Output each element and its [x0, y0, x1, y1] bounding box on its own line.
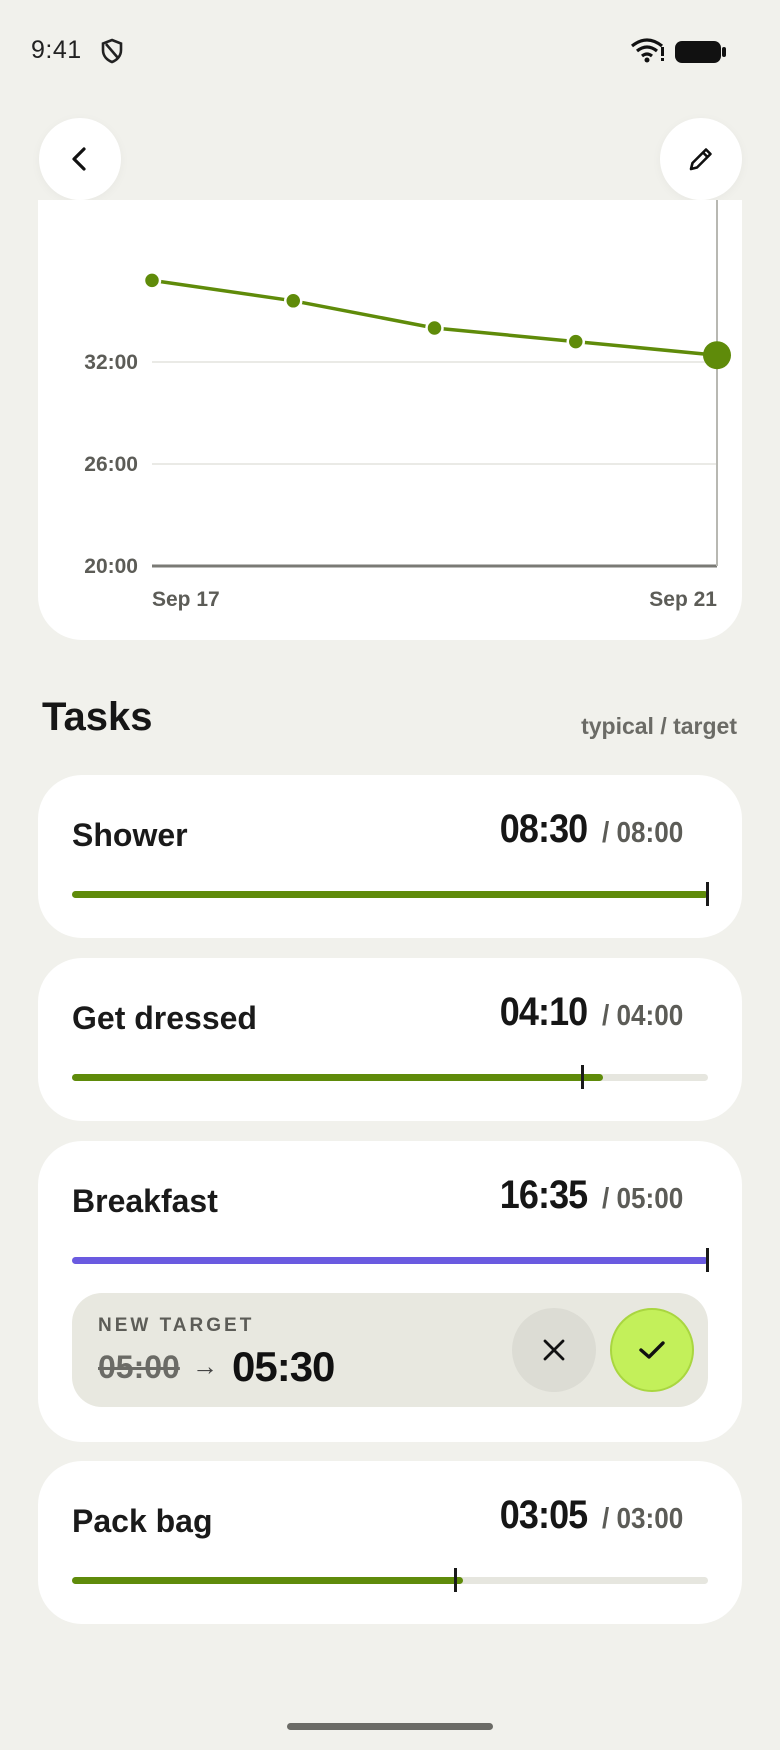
target-marker: [453, 1568, 457, 1592]
task-card-breakfast[interactable]: Breakfast 16:35 / 05:00 NEW TARGET 05:00…: [38, 1141, 742, 1442]
check-icon: [639, 1341, 665, 1359]
new-target-value: 05:30: [232, 1343, 335, 1390]
progress-track: [72, 1568, 708, 1592]
chevron-left-icon: [72, 147, 86, 171]
battery-icon: [674, 40, 728, 69]
task-typical-time: 16:35: [500, 1173, 588, 1217]
new-target-label: NEW TARGET: [98, 1315, 255, 1336]
status-bar: 9:41: [0, 0, 780, 100]
task-card-get-dressed[interactable]: Get dressed 04:10 / 04:00: [38, 958, 742, 1121]
target-marker: [706, 1248, 709, 1272]
pencil-icon: [689, 148, 712, 171]
task-name: Breakfast: [72, 1183, 218, 1219]
task-name: Get dressed: [72, 1000, 257, 1036]
x-tick-label: Sep 21: [649, 588, 717, 611]
status-time: 9:41: [31, 36, 82, 64]
task-name: Pack bag: [72, 1503, 213, 1539]
task-times: 03:05 / 03:00: [490, 1493, 692, 1538]
tasks-heading: Tasks: [42, 695, 153, 739]
edit-button[interactable]: [660, 118, 742, 200]
task-target-time: / 03:00: [601, 1503, 683, 1535]
task-card-pack-bag[interactable]: Pack bag 03:05 / 03:00: [38, 1461, 742, 1624]
arrow-right-icon: →: [192, 1351, 218, 1381]
data-point: [142, 271, 162, 290]
cancel-new-target-button[interactable]: [512, 1308, 596, 1392]
shield-icon: [100, 38, 124, 69]
home-indicator: [287, 1723, 493, 1730]
series-line: [151, 278, 718, 357]
new-target-panel: NEW TARGET 05:00 → 05:30: [72, 1293, 708, 1407]
task-target-time: / 05:00: [601, 1183, 683, 1215]
progress-fill: [72, 1577, 464, 1584]
task-typical-time: 04:10: [500, 990, 588, 1034]
tasks-legend: typical / target: [581, 713, 737, 739]
target-marker: [580, 1065, 584, 1089]
data-point: [425, 318, 444, 338]
task-times: 04:10 / 04:00: [490, 990, 692, 1035]
task-name: Shower: [72, 817, 188, 853]
back-button[interactable]: [39, 118, 121, 200]
close-icon: [543, 1339, 565, 1361]
progress-track: [72, 882, 709, 906]
progress-fill: [72, 891, 708, 898]
progress-track: [72, 1065, 708, 1089]
progress-fill: [72, 1074, 604, 1081]
task-card-shower[interactable]: Shower 08:30 / 08:00: [38, 775, 742, 938]
data-point: [284, 291, 303, 311]
task-typical-time: 03:05: [500, 1493, 588, 1537]
progress-track: [72, 1248, 709, 1272]
task-typical-time: 08:30: [500, 807, 588, 851]
old-target-value: 05:00: [98, 1349, 180, 1385]
y-tick-label: 26:00: [84, 453, 138, 476]
selected-data-point: [703, 341, 731, 370]
confirm-new-target-button[interactable]: [610, 1308, 694, 1392]
progress-fill: [72, 1257, 708, 1264]
history-chart: 32:00 26:00 20:00 Sep 17 Sep 21: [84, 200, 731, 611]
data-point: [566, 332, 585, 351]
task-times: 08:30 / 08:00: [490, 807, 692, 852]
task-target-time: / 04:00: [601, 1000, 683, 1032]
x-tick-label: Sep 17: [152, 588, 220, 611]
history-chart-card: 32:00 26:00 20:00 Sep 17 Sep 21: [38, 200, 742, 640]
y-tick-label: 20:00: [84, 555, 138, 578]
task-target-time: / 08:00: [601, 817, 683, 849]
wifi-icon: [630, 36, 666, 69]
task-times: 16:35 / 05:00: [490, 1173, 692, 1218]
target-marker: [706, 882, 709, 906]
y-tick-label: 32:00: [84, 351, 138, 374]
